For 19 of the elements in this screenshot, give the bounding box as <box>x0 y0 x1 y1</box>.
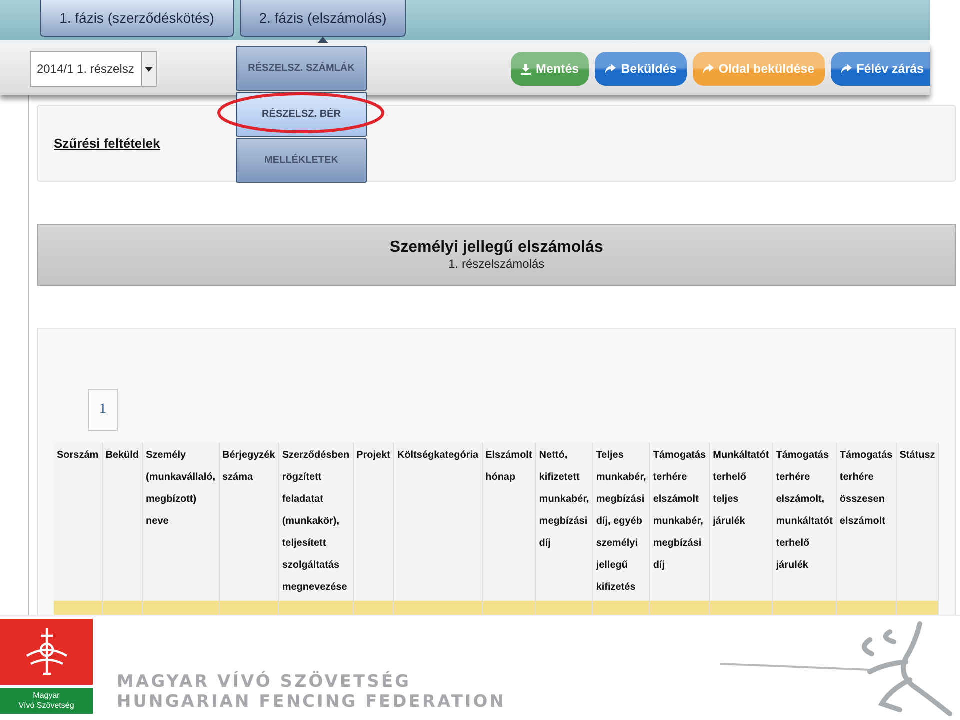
federation-name: MAGYAR VÍVÓ SZÖVETSÉG <box>117 672 412 692</box>
section-subtitle: 1. részelszámolás <box>448 257 545 272</box>
forward-arrow-icon <box>840 64 852 74</box>
dropdown-caret-icon[interactable] <box>141 52 156 86</box>
submenu-item[interactable]: MELLÉKLETEK <box>236 138 367 183</box>
submenu-item[interactable]: RÉSZELSZ. SZÁMLÁK <box>236 46 367 91</box>
period-select-value: 2014/1 1. részelsz <box>36 61 136 78</box>
logo-label: Magyar Vívó Szövetség <box>0 688 93 714</box>
action-button[interactable]: Félév zárás <box>830 52 930 86</box>
action-button[interactable]: Beküldés <box>595 52 687 86</box>
period-select[interactable]: 2014/1 1. részelsz <box>30 51 157 87</box>
phase-tab[interactable]: 1. fázis (szerződéskötés) <box>40 0 234 37</box>
filter-link[interactable]: Szűrési feltételek <box>54 136 160 152</box>
download-icon <box>521 64 532 74</box>
section-title: Személyi jellegű elszámolás <box>390 239 604 258</box>
forward-arrow-icon <box>702 64 714 74</box>
federation-name: HUNGARIAN FENCING FEDERATION <box>117 692 506 712</box>
page-button[interactable]: 1 <box>88 389 118 431</box>
forward-arrow-icon <box>605 64 616 74</box>
